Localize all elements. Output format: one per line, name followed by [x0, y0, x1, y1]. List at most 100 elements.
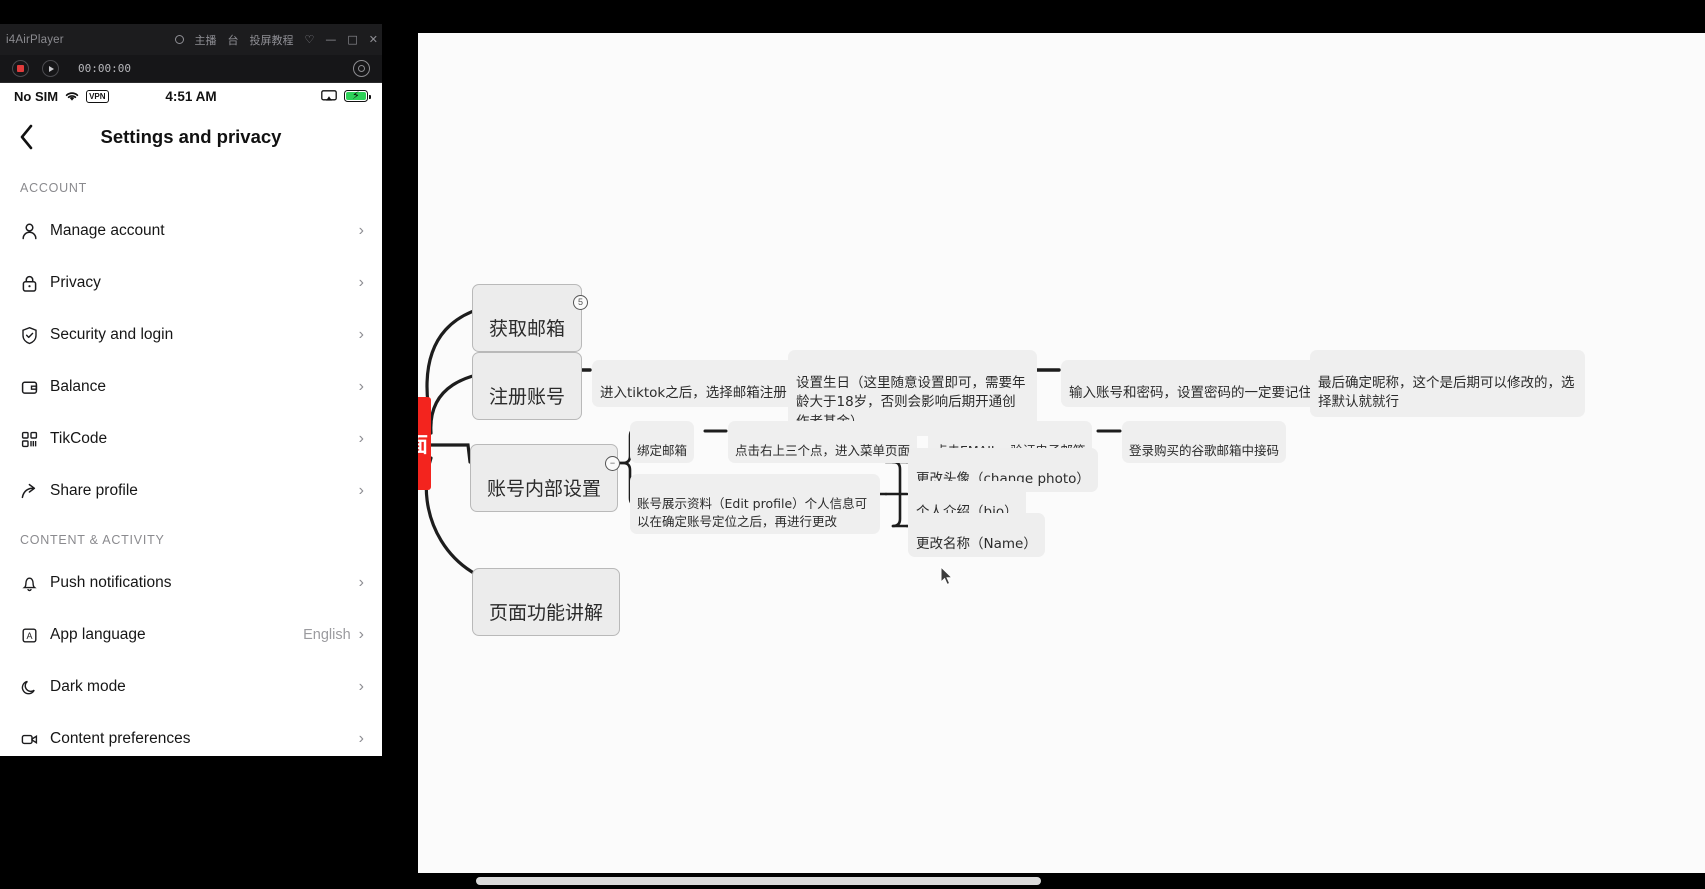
- sidebar-item-manage-account[interactable]: Manage account ›: [0, 205, 382, 257]
- node-page-features[interactable]: 页面功能讲解: [472, 568, 621, 636]
- titlebar-right-group[interactable]: 主播 台 投屏教程 ♡ — □ ✕: [174, 24, 378, 55]
- heart-icon[interactable]: ♡: [305, 33, 315, 46]
- maximize-button[interactable]: □: [347, 33, 357, 46]
- sidebar-item-label: TikCode: [50, 430, 108, 447]
- sidebar-item-label: Share profile: [50, 482, 138, 499]
- screen-root: 面 获取邮箱 5 注册账号 进入tiktok之后，选择邮箱注册 设置生日（这里随…: [0, 0, 1705, 889]
- person-icon: [20, 222, 50, 241]
- chevron-right-icon: ›: [358, 626, 364, 643]
- get-email-collapse-badge[interactable]: 5: [573, 295, 588, 310]
- chevron-right-icon: ›: [358, 430, 364, 447]
- sidebar-item-balance[interactable]: Balance ›: [0, 361, 382, 413]
- node-register-account[interactable]: 注册账号: [472, 352, 583, 420]
- horizontal-scrollbar[interactable]: [0, 873, 1705, 889]
- root-label: 面: [418, 429, 428, 459]
- app-language-value: English: [303, 627, 351, 643]
- sidebar-item-privacy[interactable]: Privacy ›: [0, 257, 382, 309]
- chevron-right-icon: ›: [358, 274, 364, 291]
- node-get-email-label: 获取邮箱: [489, 317, 566, 340]
- capture-button[interactable]: [353, 60, 370, 77]
- sidebar-item-label: Privacy: [50, 274, 101, 291]
- chevron-right-icon: ›: [358, 730, 364, 747]
- lock-icon: [20, 274, 50, 293]
- menu-item-2[interactable]: 投屏教程: [250, 32, 294, 48]
- wifi-icon: [65, 92, 79, 101]
- top-black-bar: [0, 0, 418, 24]
- app-title: i4AirPlayer: [6, 33, 64, 46]
- minimize-button[interactable]: —: [325, 33, 336, 46]
- phone-screen: No SIM VPN 4:51 AM ⚡ Settings and privac…: [0, 83, 382, 756]
- chevron-right-icon: ›: [358, 574, 364, 591]
- mindmap-root-node[interactable]: 面: [418, 397, 431, 490]
- section-label-account: ACCOUNT: [20, 181, 88, 195]
- scrollbar-thumb[interactable]: [476, 877, 1041, 885]
- mirror-window-titlebar[interactable]: i4AirPlayer 主播 台 投屏教程 ♡ — □ ✕: [0, 24, 382, 55]
- carrier-label: No SIM: [14, 88, 59, 104]
- node-account-settings[interactable]: 账号内部设置: [470, 444, 619, 512]
- chevron-right-icon: ›: [358, 378, 364, 395]
- node-account-settings-label: 账号内部设置: [487, 477, 602, 500]
- language-icon: A: [20, 626, 50, 645]
- node-bind-email[interactable]: 绑定邮箱: [630, 421, 695, 464]
- chevron-left-icon: [20, 124, 32, 150]
- chevron-right-icon: ›: [358, 326, 364, 343]
- node-register-step-1[interactable]: 进入tiktok之后，选择邮箱注册: [592, 360, 795, 408]
- badge-count: 5: [577, 297, 583, 307]
- qrcode-icon: [20, 430, 50, 449]
- node-change-name[interactable]: 更改名称（Name）: [908, 513, 1045, 557]
- share-arrow-icon: [20, 482, 50, 501]
- mouse-cursor: [940, 566, 954, 586]
- sidebar-item-dark-mode[interactable]: Dark mode ›: [0, 661, 382, 713]
- node-register-label: 注册账号: [489, 385, 566, 408]
- airplayer-mirror-window[interactable]: i4AirPlayer 主播 台 投屏教程 ♡ — □ ✕ 00:00:00 N…: [0, 24, 382, 756]
- play-button[interactable]: [42, 60, 59, 77]
- sidebar-item-push-notifications[interactable]: Push notifications ›: [0, 557, 382, 609]
- back-button[interactable]: [0, 124, 52, 150]
- sidebar-item-app-language[interactable]: A App language English ›: [0, 609, 382, 661]
- video-icon: [20, 730, 50, 749]
- sidebar-item-label: App language: [50, 626, 146, 643]
- shield-check-icon: [20, 326, 50, 345]
- status-left: No SIM VPN: [14, 89, 109, 104]
- menu-item-0[interactable]: 主播: [195, 32, 217, 48]
- chevron-right-icon: ›: [358, 678, 364, 695]
- node-bind-email-step-4[interactable]: 登录购买的谷歌邮箱中接码: [1122, 421, 1287, 464]
- section-label-content-activity: CONTENT & ACTIVITY: [20, 533, 165, 547]
- sidebar-item-label: Security and login: [50, 326, 174, 343]
- bell-icon: [20, 574, 50, 593]
- sidebar-item-tikcode[interactable]: TikCode ›: [0, 413, 382, 465]
- page-title: Settings and privacy: [100, 126, 282, 147]
- sidebar-item-content-preferences[interactable]: Content preferences ›: [0, 713, 382, 756]
- mindmap-canvas[interactable]: 面 获取邮箱 5 注册账号 进入tiktok之后，选择邮箱注册 设置生日（这里随…: [418, 33, 1705, 888]
- record-button[interactable]: [12, 60, 29, 77]
- circle-icon[interactable]: [174, 35, 184, 44]
- sidebar-item-share-profile[interactable]: Share profile ›: [0, 465, 382, 517]
- account-settings-collapse-badge[interactable]: −: [605, 456, 620, 471]
- chevron-right-icon: ›: [358, 482, 364, 499]
- close-button[interactable]: ✕: [369, 33, 378, 46]
- wallet-icon: [20, 378, 50, 397]
- sidebar-item-label: Manage account: [50, 222, 165, 239]
- node-get-email[interactable]: 获取邮箱: [472, 284, 583, 352]
- settings-header: Settings and privacy: [0, 109, 382, 165]
- chevron-right-icon: ›: [358, 222, 364, 239]
- ios-status-bar: No SIM VPN 4:51 AM ⚡: [0, 83, 382, 109]
- node-edit-profile[interactable]: 账号展示资料（Edit profile）个人信息可以在确定账号定位之后，再进行更…: [630, 474, 880, 535]
- timer-display: 00:00:00: [78, 62, 131, 75]
- vpn-badge: VPN: [86, 89, 109, 103]
- sidebar-item-label: Balance: [50, 378, 107, 395]
- svg-text:A: A: [26, 631, 32, 641]
- sidebar-item-label: Push notifications: [50, 574, 172, 591]
- node-page-features-label: 页面功能讲解: [489, 601, 604, 624]
- sidebar-item-security-and-login[interactable]: Security and login ›: [0, 309, 382, 361]
- screen-mirror-icon: [321, 90, 337, 101]
- node-bind-email-step-2[interactable]: 点击右上三个点，进入菜单页面: [728, 421, 918, 464]
- sidebar-item-label: Dark mode: [50, 678, 126, 695]
- battery-charging-icon: ⚡: [344, 90, 371, 102]
- menu-item-1[interactable]: 台: [228, 32, 239, 48]
- node-register-step-4[interactable]: 最后确定昵称，这个是后期可以修改的，选择默认就就行: [1310, 350, 1585, 417]
- status-right: ⚡: [321, 90, 371, 102]
- sidebar-item-label: Content preferences: [50, 730, 191, 747]
- mirror-toolbar[interactable]: 00:00:00: [0, 55, 382, 83]
- node-register-step-3[interactable]: 输入账号和密码，设置密码的一定要记住: [1061, 360, 1320, 408]
